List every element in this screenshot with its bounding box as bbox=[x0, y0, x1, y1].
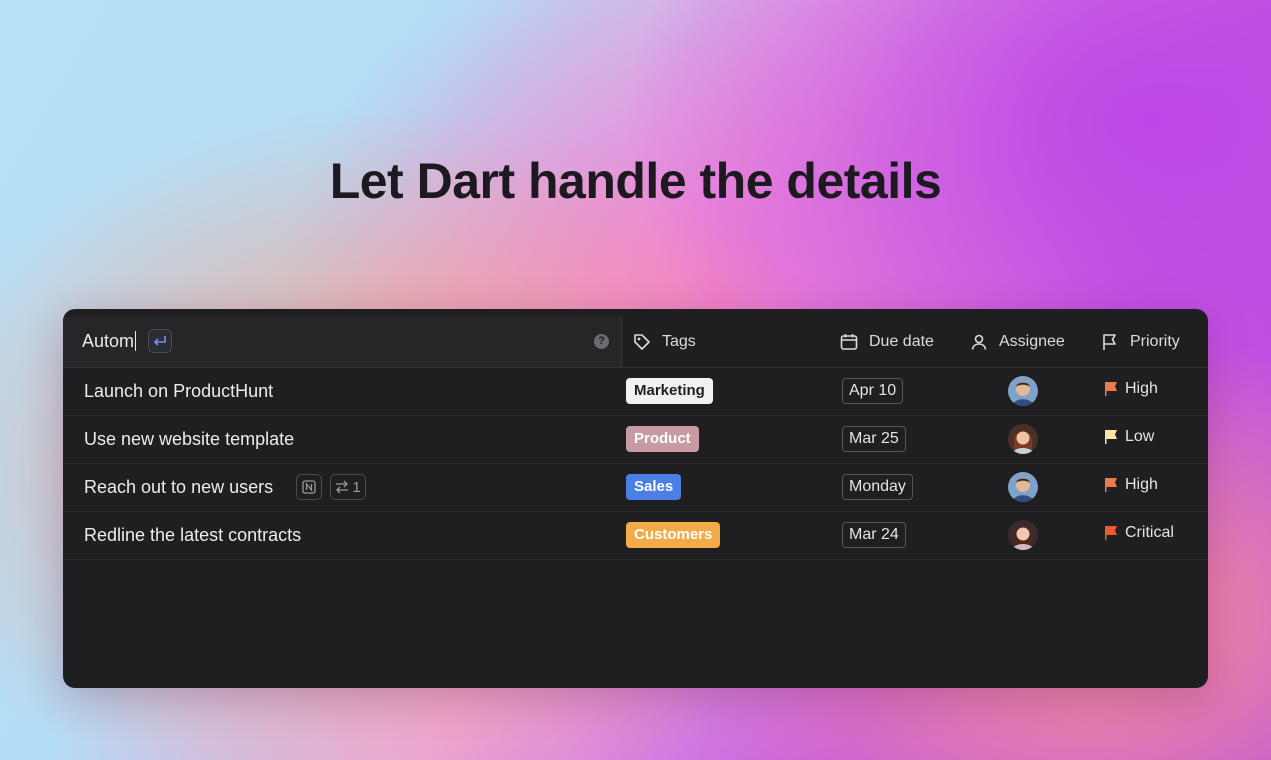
due-date-chip[interactable]: Monday bbox=[842, 474, 913, 500]
due-date-chip[interactable]: Apr 10 bbox=[842, 378, 904, 404]
task-row[interactable]: Launch on ProductHunt Marketing Apr 10 H… bbox=[63, 368, 1208, 416]
flag-icon bbox=[1103, 334, 1116, 350]
tag-badge[interactable]: Product bbox=[626, 426, 699, 452]
calendar-icon bbox=[840, 334, 858, 350]
priority-flag-icon bbox=[1105, 478, 1117, 492]
due-date-chip[interactable]: Mar 25 bbox=[842, 426, 906, 452]
column-header-due-date[interactable]: Due date bbox=[839, 331, 934, 353]
priority-cell[interactable]: High bbox=[1103, 380, 1158, 398]
due-date-chip[interactable]: Mar 24 bbox=[842, 522, 906, 548]
enter-key-icon[interactable] bbox=[148, 329, 172, 353]
tag-badge[interactable]: Marketing bbox=[626, 378, 713, 404]
task-row[interactable]: Redline the latest contracts Customers M… bbox=[63, 512, 1208, 560]
priority-label: Low bbox=[1125, 428, 1155, 445]
column-header-tags[interactable]: Tags bbox=[632, 331, 696, 353]
column-label-due-date: Due date bbox=[869, 333, 934, 350]
table-header: Autom ? Tags Due date Assignee Priority bbox=[63, 317, 1208, 368]
assignee-avatar[interactable] bbox=[1008, 472, 1038, 502]
task-title[interactable]: Reach out to new users bbox=[84, 477, 273, 498]
task-title-input[interactable]: Autom bbox=[82, 331, 137, 351]
assignee-avatar[interactable] bbox=[1008, 376, 1038, 406]
priority-cell[interactable]: High bbox=[1103, 476, 1158, 494]
assignee-avatar[interactable] bbox=[1008, 520, 1038, 550]
column-label-tags: Tags bbox=[662, 333, 696, 350]
column-header-assignee[interactable]: Assignee bbox=[969, 331, 1065, 353]
priority-label: High bbox=[1125, 476, 1158, 493]
priority-flag-icon bbox=[1105, 382, 1117, 396]
priority-cell[interactable]: Critical bbox=[1103, 524, 1174, 542]
task-table-panel: Autom ? Tags Due date Assignee Priority … bbox=[63, 309, 1208, 688]
linked-tasks-indicator[interactable]: 1 bbox=[330, 474, 366, 500]
linked-tasks-count: 1 bbox=[352, 478, 361, 496]
tag-badge[interactable]: Customers bbox=[626, 522, 721, 548]
column-label-priority: Priority bbox=[1130, 333, 1180, 350]
headline: Let Dart handle the details bbox=[329, 153, 942, 209]
priority-label: Critical bbox=[1125, 524, 1174, 541]
swap-arrows-icon bbox=[336, 480, 349, 494]
user-icon bbox=[971, 334, 987, 350]
task-title[interactable]: Use new website template bbox=[84, 429, 294, 450]
task-title[interactable]: Redline the latest contracts bbox=[84, 525, 301, 546]
column-header-priority[interactable]: Priority bbox=[1100, 331, 1180, 353]
priority-flag-icon bbox=[1105, 526, 1117, 540]
task-title-input-cell[interactable]: Autom ? bbox=[63, 317, 622, 367]
task-title[interactable]: Launch on ProductHunt bbox=[84, 381, 273, 402]
column-label-assignee: Assignee bbox=[999, 333, 1065, 350]
tag-icon bbox=[634, 334, 650, 350]
priority-label: High bbox=[1125, 380, 1158, 397]
priority-flag-icon bbox=[1105, 430, 1117, 444]
assignee-avatar[interactable] bbox=[1008, 424, 1038, 454]
notion-icon[interactable] bbox=[296, 474, 322, 500]
priority-cell[interactable]: Low bbox=[1103, 428, 1154, 446]
task-row[interactable]: Reach out to new users 1 Sales Monday Hi… bbox=[63, 464, 1208, 512]
help-icon[interactable]: ? bbox=[594, 334, 609, 349]
tag-badge[interactable]: Sales bbox=[626, 474, 682, 500]
task-row[interactable]: Use new website template Product Mar 25 … bbox=[63, 416, 1208, 464]
